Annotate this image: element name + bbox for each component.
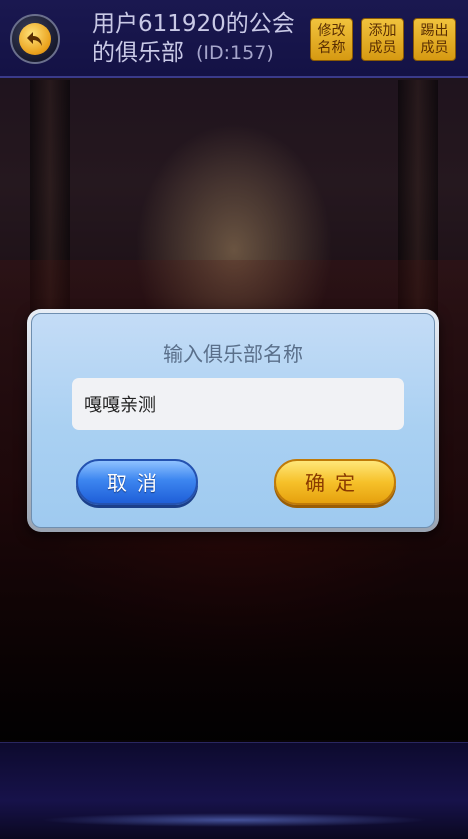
bottom-bar <box>0 742 468 839</box>
confirm-button[interactable]: 确定 <box>274 459 396 505</box>
club-id: (ID:157) <box>196 42 274 64</box>
dialog-body: 输入俱乐部名称 取消 确定 <box>31 313 435 528</box>
back-arrow-icon <box>19 23 51 55</box>
rename-button[interactable]: 修改名称 <box>310 18 353 61</box>
add-member-button[interactable]: 添加成员 <box>361 18 404 61</box>
kick-member-button[interactable]: 踢出成员 <box>413 18 456 61</box>
top-header: 用户611920的公会的俱乐部 (ID:157) 修改名称 添加成员 踢出成员 <box>0 0 468 78</box>
dialog-title: 输入俱乐部名称 <box>163 342 303 366</box>
back-button[interactable] <box>10 14 60 64</box>
club-name-input[interactable] <box>72 378 404 430</box>
rename-dialog: 输入俱乐部名称 取消 确定 <box>27 309 439 532</box>
cancel-button[interactable]: 取消 <box>76 459 198 505</box>
